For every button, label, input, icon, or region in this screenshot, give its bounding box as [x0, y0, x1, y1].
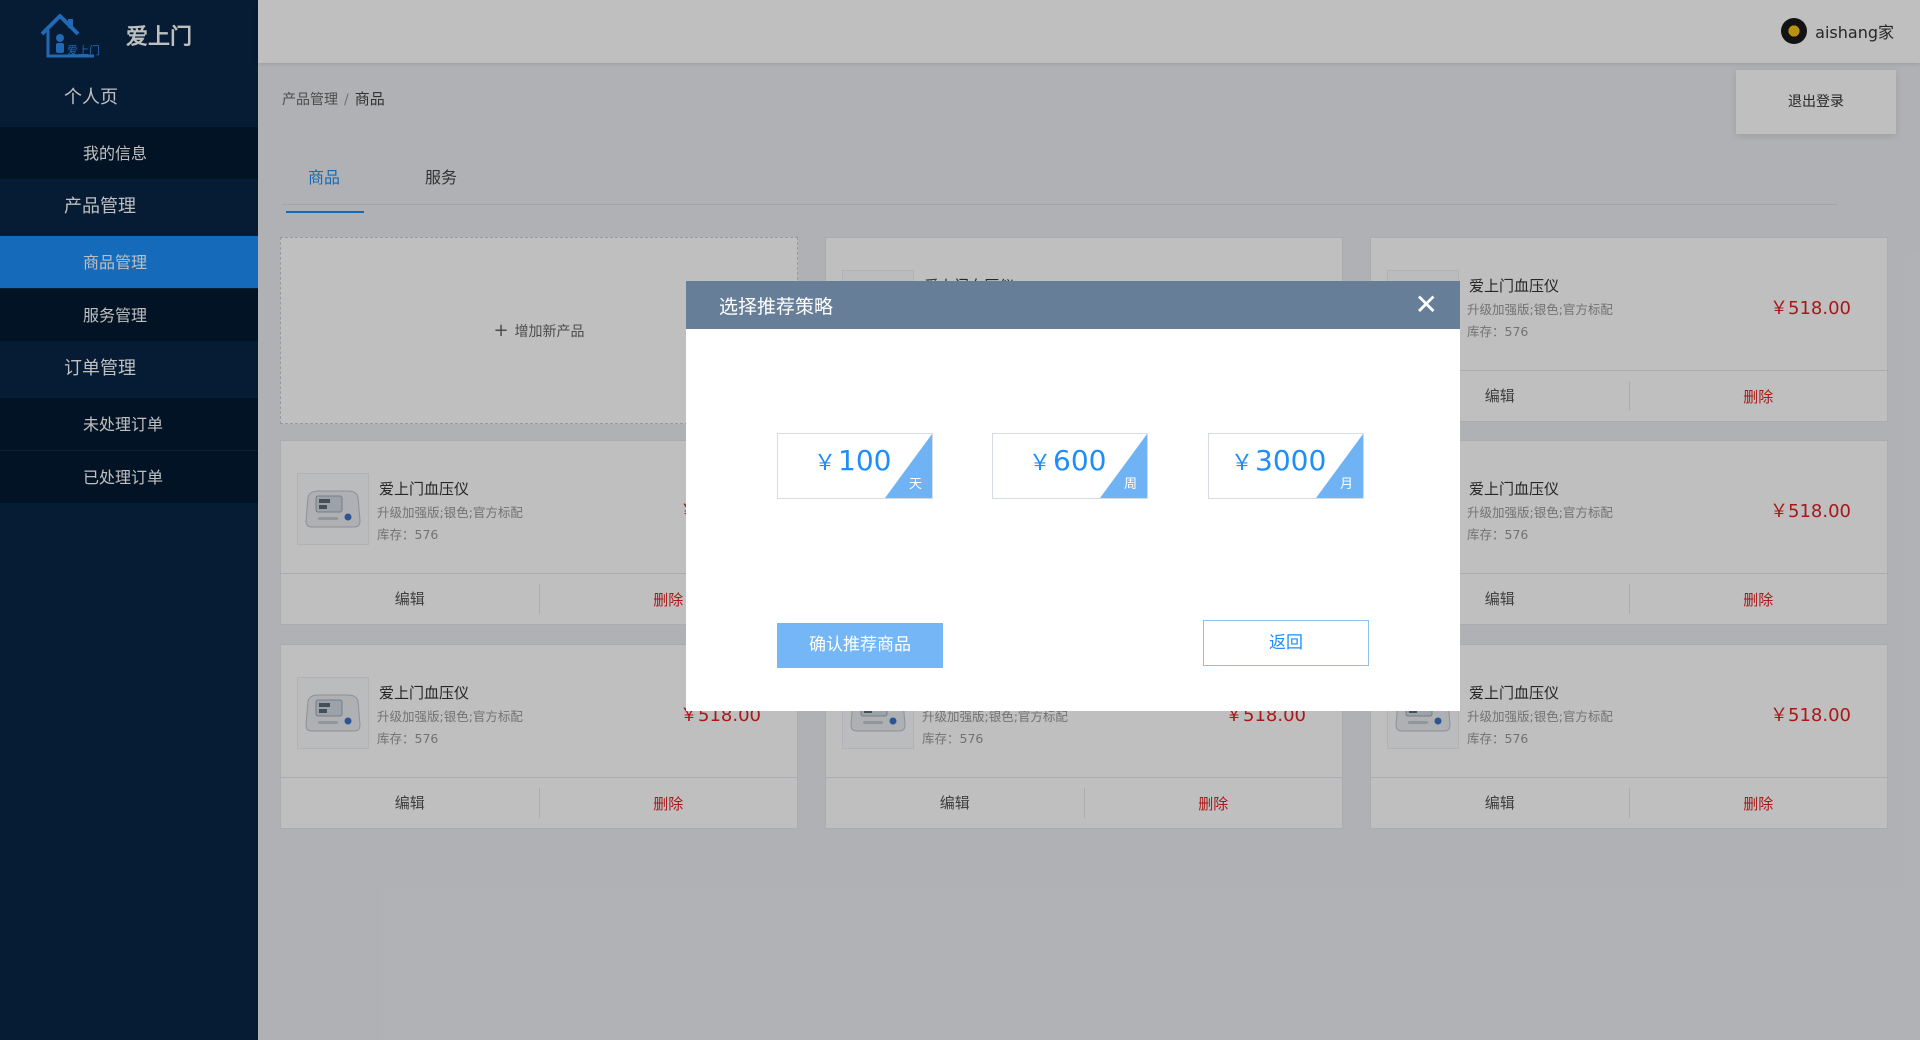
strategy-unit: 周 [1123, 477, 1137, 492]
recommend-strategy-dialog: 选择推荐策略 ✕ ￥100 天 ￥600 周 ￥3000 月 确认推荐商品 返回 [686, 281, 1460, 711]
dialog-header: 选择推荐策略 ✕ [686, 281, 1460, 329]
strategy-amount: ￥100 [814, 444, 892, 477]
strategy-amount: ￥600 [1029, 444, 1107, 477]
strategy-unit: 月 [1339, 477, 1353, 492]
strategy-unit: 天 [908, 477, 922, 492]
dialog-title: 选择推荐策略 [719, 295, 834, 318]
back-button[interactable]: 返回 [1203, 620, 1369, 666]
confirm-recommend-button[interactable]: 确认推荐商品 [777, 623, 943, 668]
strategy-option-month[interactable]: ￥3000 月 [1208, 433, 1364, 499]
strategy-option-day[interactable]: ￥100 天 [777, 433, 933, 499]
strategy-amount: ￥3000 [1231, 444, 1327, 477]
close-icon[interactable]: ✕ [1415, 291, 1438, 319]
strategy-option-week[interactable]: ￥600 周 [992, 433, 1148, 499]
